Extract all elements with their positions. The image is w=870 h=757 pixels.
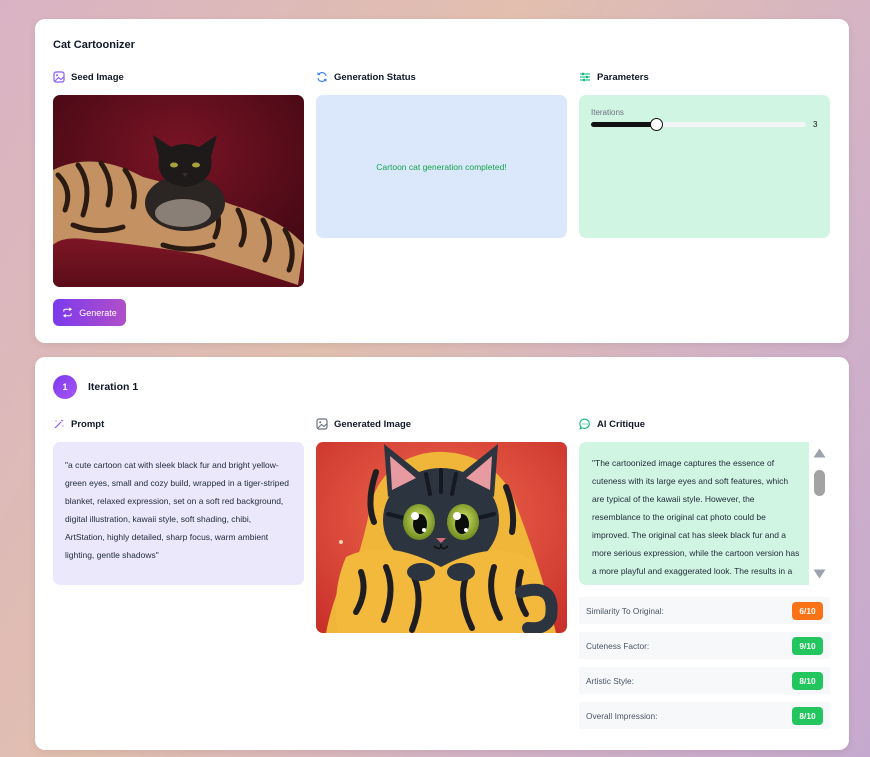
prompt-box: "a cute cartoon cat with sleek black fur… [53,442,304,585]
iterations-value: 3 [813,120,818,129]
score-row-similarity: Similarity To Original: 6/10 [579,597,830,624]
ai-critique-header: AI Critique [579,418,645,430]
iterations-slider-fill [591,122,656,127]
scroll-down-arrow-icon[interactable] [813,569,826,579]
score-label: Artistic Style: [586,675,634,686]
parameters-header: Parameters [579,71,649,83]
score-badge: 8/10 [792,671,823,690]
score-label: Similarity To Original: [586,605,664,616]
gallery-icon [316,418,328,430]
cartoon-cat-illustration [316,442,567,633]
generated-cartoon-image [316,442,567,633]
score-label: Cuteness Factor: [586,640,650,651]
chat-bubble-icon [579,418,590,430]
image-icon [53,71,65,83]
ai-critique-box[interactable]: "The cartoonized image captures the esse… [579,442,830,585]
score-badge: 9/10 [792,636,823,655]
seed-cat-photo [53,95,304,287]
prompt-text: "a cute cartoon cat with sleek black fur… [65,460,289,560]
parameters-box: Iterations 3 [579,95,830,238]
critique-scroll-thumb[interactable] [814,470,825,496]
generate-button-label: Generate [79,307,117,318]
refresh-icon [317,72,327,82]
score-label: Overall Impression: [586,710,658,721]
scroll-up-arrow-icon[interactable] [813,448,826,458]
ai-critique-label: AI Critique [597,418,646,430]
iteration-title: Iteration 1 [88,381,139,393]
score-row-cuteness: Cuteness Factor: 9/10 [579,632,830,659]
critique-scrollbar[interactable] [809,442,830,585]
magic-wand-icon [54,419,64,429]
generation-status-header: Generation Status [316,71,416,83]
iterations-label: Iterations [591,108,624,117]
iterations-slider[interactable] [591,118,806,131]
sliders-icon [580,72,590,82]
score-badge: 6/10 [792,601,823,620]
generated-image-label: Generated Image [334,418,412,430]
repeat-icon [63,307,73,318]
iteration-card: 1 Iteration 1 Prompt "a cute cartoon cat… [35,357,849,750]
seed-image-header: Seed Image [53,71,124,83]
critique-text: "The cartoonized image captures the esse… [592,458,800,585]
score-row-overall: Overall Impression: 8/10 [579,702,830,729]
app-title: Cat Cartoonizer [53,39,135,51]
parameters-label: Parameters [597,71,649,83]
prompt-label: Prompt [71,418,105,430]
score-row-artistic-style: Artistic Style: 8/10 [579,667,830,694]
seed-image-label: Seed Image [71,71,124,83]
cartoonizer-panel: Cat Cartoonizer Seed Image Generate Gene… [35,19,849,343]
status-message: Cartoon cat generation completed! [376,161,507,172]
iteration-number-badge: 1 [53,375,77,399]
iterations-slider-thumb[interactable] [649,118,663,131]
generation-status-box: Cartoon cat generation completed! [316,95,567,238]
prompt-header: Prompt [53,418,104,430]
seed-cat-illustration [53,95,304,287]
generation-status-label: Generation Status [334,71,416,83]
score-badge: 8/10 [792,706,823,725]
generate-button[interactable]: Generate [53,299,126,326]
generated-image-header: Generated Image [316,418,411,430]
